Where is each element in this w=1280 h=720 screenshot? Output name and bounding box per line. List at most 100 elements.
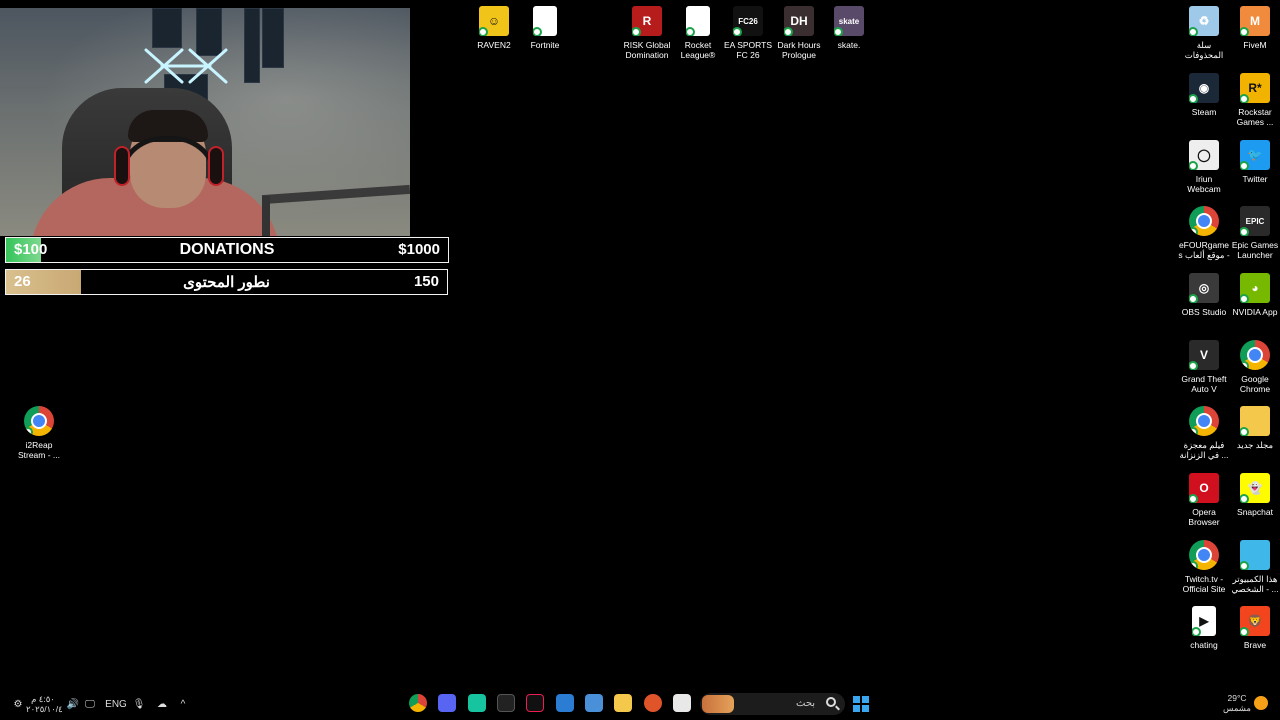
weather-desc: مشمس: [1223, 703, 1251, 713]
mic-arm: [262, 196, 270, 236]
desktop-icon-label: RAVEN2: [477, 40, 511, 50]
desktop-icon-twitch[interactable]: Twitch.tv - Official Site: [1178, 540, 1230, 594]
content-goal-bar: 26 نطور المحتوى 150: [5, 269, 448, 295]
desktop-icon-skate[interactable]: skate skate.: [823, 6, 875, 50]
desktop-icon-this-pc[interactable]: هذا الكمبيوتر الشخصي - ...: [1229, 540, 1280, 594]
desktop-icon-label: Fortnite: [530, 40, 560, 50]
desktop-icon-label: هذا الكمبيوتر الشخصي - ...: [1231, 574, 1279, 594]
app-taskbar-icon[interactable]: [644, 694, 662, 712]
sync-check-icon: [1189, 494, 1198, 503]
desktop-icon-chrome[interactable]: Google Chrome: [1229, 340, 1280, 394]
desktop-icon-twitter[interactable]: 🐦 Twitter: [1229, 140, 1280, 184]
desktop-icon-dark-hours[interactable]: DH Dark Hours Prologue: [773, 6, 825, 60]
desktop-icon-rocket-league[interactable]: Rocket League®: [672, 6, 724, 60]
donations-max-label: $1000: [398, 241, 440, 258]
desktop-icon-iriun[interactable]: ◯ Iriun Webcam: [1178, 140, 1230, 194]
window-taskbar-icon[interactable]: [673, 694, 691, 712]
sync-check-icon: [1240, 361, 1249, 370]
desktop-icon-fc26[interactable]: FC26 EA SPORTS FC 26: [722, 6, 774, 60]
settings-icon[interactable]: ⚙: [10, 694, 26, 714]
system-clock[interactable]: ٤:٥٠ م ٢٠٢٥/١٠/٤: [26, 694, 63, 714]
search-highlight-image: [702, 695, 734, 713]
desktop-icon-label: Epic Games Launcher: [1231, 240, 1279, 260]
desktop-icon-i2reap[interactable]: i2Reap Stream - ...: [13, 406, 65, 460]
brave-icon: 🦁: [1240, 606, 1270, 636]
epic-taskbar-icon[interactable]: [497, 694, 515, 712]
desktop-icon-gta[interactable]: V Grand Theft Auto V: [1178, 340, 1230, 394]
weather-widget[interactable]: 29°C مشمس: [1222, 693, 1252, 713]
desktop-icon-label: skate.: [837, 40, 861, 50]
opera-icon: O: [1189, 473, 1219, 503]
microphone-icon[interactable]: 🎙: [132, 694, 146, 714]
desktop-icon-chating[interactable]: ▶ chating: [1178, 606, 1230, 650]
desktop-icon-recycle-bin[interactable]: ♻ سلة المحذوفات: [1178, 6, 1230, 60]
desktop-icon-epic[interactable]: EPIC Epic Games Launcher: [1229, 206, 1280, 260]
language-indicator[interactable]: ENG: [103, 694, 129, 714]
onedrive-icon[interactable]: ☁: [154, 694, 170, 714]
desktop-icon-label: Snapchat: [1237, 507, 1273, 517]
sync-check-icon: [1189, 27, 1198, 36]
donations-title: DONATIONS: [179, 241, 275, 258]
sun-icon: [1254, 696, 1268, 710]
desktop-icon-label: eFOURgames موقع ألعاب -: [1178, 240, 1230, 260]
desktop-icon-label: Twitter: [1242, 174, 1268, 184]
desktop-icon-label: Twitch.tv - Official Site: [1182, 574, 1226, 594]
sync-check-icon: [1240, 227, 1249, 236]
sync-check-icon: [479, 27, 488, 36]
film-icon: [1189, 406, 1219, 436]
desktop-icon-raven2[interactable]: ☺ RAVEN2: [468, 6, 520, 50]
desktop-icon-label: Grand Theft Auto V: [1181, 374, 1227, 394]
discord-taskbar-icon[interactable]: [438, 694, 456, 712]
desktop-icon-nvidia[interactable]: ◕ NVIDIA App: [1229, 273, 1280, 317]
desktop-icon-obs[interactable]: ◎ OBS Studio: [1178, 273, 1230, 317]
desktop-icon-fortnite[interactable]: Fortnite: [519, 6, 571, 50]
taskbar: ⚙ ٤:٥٠ م ٢٠٢٥/١٠/٤ 🔊 🖵 ENG 🎙 ☁ ^ بحث 29°…: [0, 688, 1280, 720]
raven2-icon: ☺: [479, 6, 509, 36]
goal-title: نطور المحتوى: [183, 274, 270, 291]
desktop-icon-snapchat[interactable]: 👻 Snapchat: [1229, 473, 1280, 517]
chevron-up-icon[interactable]: ^: [176, 694, 190, 714]
desktop-icon-risk[interactable]: R RISK Global Domination: [621, 6, 673, 60]
sync-check-icon: [1189, 561, 1198, 570]
sync-check-icon: [784, 27, 793, 36]
sync-check-icon: [733, 27, 742, 36]
desktop-icon-brave[interactable]: 🦁 Brave: [1229, 606, 1280, 650]
desktop-icon-label: Rocket League®: [680, 40, 716, 60]
file-explorer-icon[interactable]: [614, 694, 632, 712]
start-button[interactable]: [853, 696, 869, 712]
donations-bar: $100 DONATIONS $1000: [5, 237, 449, 263]
desktop-icon-fivem[interactable]: M FiveM: [1229, 6, 1280, 50]
i2reap-icon: [24, 406, 54, 436]
desktop-icon-label: Steam: [1191, 107, 1217, 117]
network-icon[interactable]: 🖵: [83, 694, 97, 714]
sync-check-icon: [24, 427, 33, 436]
chrome-icon: [1240, 340, 1270, 370]
tiktok-taskbar-icon[interactable]: [526, 694, 544, 712]
desktop-icon-label: Iriun Webcam: [1187, 174, 1221, 194]
desktop-icon-new-folder[interactable]: مجلد جديد: [1229, 406, 1280, 450]
sync-check-icon: [1240, 427, 1249, 436]
app-taskbar-icon[interactable]: [468, 694, 486, 712]
desktop-icon-efour[interactable]: eFOURgames موقع ألعاب -: [1178, 206, 1230, 260]
desktop-icon-label: سلة المحذوفات: [1184, 40, 1224, 60]
desktop-icon-label: Brave: [1243, 640, 1267, 650]
desktop-icon-film[interactable]: فيلم معجزة في الزنزانة ...: [1178, 406, 1230, 460]
chrome-taskbar-icon[interactable]: [409, 694, 427, 712]
store-taskbar-icon[interactable]: [585, 694, 603, 712]
desktop-icon-label: مجلد جديد: [1236, 440, 1274, 450]
desktop-icon-rockstar[interactable]: R* Rockstar Games ...: [1229, 73, 1280, 127]
wall-poster: [262, 8, 284, 68]
desktop-icon-label: i2Reap Stream - ...: [17, 440, 61, 460]
desktop-icon-opera[interactable]: O Opera Browser: [1178, 473, 1230, 527]
desktop-icon-steam[interactable]: ◉ Steam: [1178, 73, 1230, 117]
steam-icon: ◉: [1189, 73, 1219, 103]
twitter-icon: 🐦: [1240, 140, 1270, 170]
sync-check-icon: [533, 27, 542, 36]
desktop-icon-label: OBS Studio: [1181, 307, 1227, 317]
snapchat-icon: 👻: [1240, 473, 1270, 503]
this-pc-icon: [1240, 540, 1270, 570]
neon-sign: [144, 48, 228, 84]
outlook-taskbar-icon[interactable]: [556, 694, 574, 712]
volume-icon[interactable]: 🔊: [66, 694, 80, 714]
new-folder-icon: [1240, 406, 1270, 436]
